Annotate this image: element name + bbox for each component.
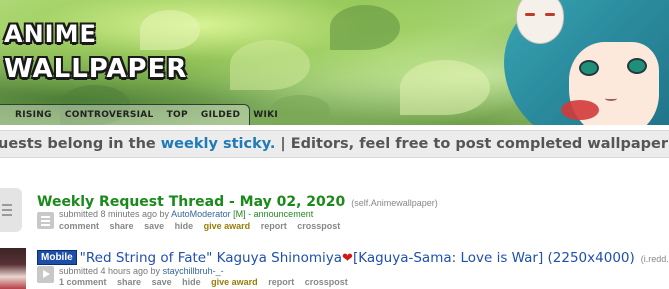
comment-button[interactable]: comment (59, 221, 99, 231)
post-domain[interactable]: (self.Animewallpaper) (351, 198, 438, 208)
comment-button[interactable]: 1 comment (59, 277, 107, 287)
banner-title-line2[interactable]: WALLPAPER (4, 54, 187, 84)
post-title-line: Mobile "Red String of Fate" Kaguya Shinom… (37, 248, 669, 268)
text-lines-icon (2, 204, 12, 216)
save-button[interactable]: save (144, 221, 164, 231)
post-item: Mobile "Red String of Fate" Kaguya Shinom… (0, 246, 669, 289)
character-eye (579, 60, 599, 76)
post-buttons: comment share save hide give award repor… (59, 221, 348, 231)
post-tagline: submitted 8 minutes ago by AutoModerator… (59, 209, 313, 219)
announcement-bar: uests belong in the weekly sticky. | Edi… (0, 130, 669, 158)
weekly-sticky-link[interactable]: weekly sticky. (161, 136, 276, 152)
post-title-link[interactable]: "Red String of Fate" Kaguya Shinomiya (80, 250, 342, 266)
post-title-link[interactable]: Weekly Request Thread - May 02, 2020 (37, 194, 345, 210)
give-award-button[interactable]: give award (204, 221, 251, 231)
foliage-decoration (330, 5, 400, 50)
expando-play-icon[interactable] (37, 266, 54, 283)
tab-wiki[interactable]: WIKI (250, 109, 281, 121)
foliage-decoration (230, 40, 310, 90)
post-title-link-continued[interactable]: [Kaguya-Sama: Love is War] (2250x4000) (353, 250, 635, 266)
foliage-decoration (400, 60, 490, 115)
hide-button[interactable]: hide (175, 221, 194, 231)
report-button[interactable]: report (268, 277, 294, 287)
subreddit-banner: ANIME WALLPAPER RISING CONTROVERSIAL TOP… (0, 0, 669, 125)
tab-gilded[interactable]: GILDED (198, 109, 243, 121)
post-item: Weekly Request Thread - May 02, 2020 (sel… (0, 184, 669, 240)
character-eye (627, 58, 647, 74)
flair-badge: Mobile (37, 250, 77, 265)
distinguished-text: - announcement (248, 209, 314, 219)
mask-marking (545, 13, 555, 16)
post-thumbnail-image[interactable] (0, 248, 26, 289)
self-post-thumbnail[interactable] (0, 188, 22, 232)
character-mouth (605, 96, 617, 101)
crosspost-button[interactable]: crosspost (297, 221, 340, 231)
expando-text-icon[interactable] (37, 212, 54, 229)
tab-controversial[interactable]: CONTROVERSIAL (62, 109, 157, 121)
submitted-text: submitted 4 hours ago by (59, 266, 161, 276)
mask-marking (525, 13, 535, 16)
author-link[interactable]: AutoModerator (171, 209, 231, 219)
submitted-text: submitted 8 minutes ago by (59, 209, 170, 219)
tab-top[interactable]: TOP (164, 109, 191, 121)
banner-title-line1[interactable]: ANIME (4, 20, 97, 48)
post-domain[interactable]: (i.redd.it) (641, 254, 669, 264)
share-button[interactable]: share (110, 221, 134, 231)
character-bow (561, 100, 599, 120)
hide-button[interactable]: hide (182, 277, 201, 287)
tab-rising[interactable]: RISING (12, 109, 55, 121)
give-award-button[interactable]: give award (211, 277, 258, 287)
announcement-text-after: | Editors, feel free to post completed w… (280, 136, 669, 152)
post-tagline: submitted 4 hours ago by staychillbruh-_… (59, 266, 224, 276)
moderator-tag[interactable]: [M] (233, 209, 246, 219)
crosspost-button[interactable]: crosspost (305, 277, 348, 287)
sort-tabs: RISING CONTROVERSIAL TOP GILDED WIKI (0, 104, 278, 125)
heart-icon: ❤ (342, 250, 353, 265)
share-button[interactable]: share (117, 277, 141, 287)
foliage-decoration (140, 10, 200, 50)
author-link[interactable]: staychillbruh-_- (163, 266, 224, 276)
post-buttons: 1 comment share save hide give award rep… (59, 277, 356, 287)
announcement-text-before: uests belong in the (0, 136, 161, 152)
report-button[interactable]: report (261, 221, 287, 231)
save-button[interactable]: save (152, 277, 172, 287)
